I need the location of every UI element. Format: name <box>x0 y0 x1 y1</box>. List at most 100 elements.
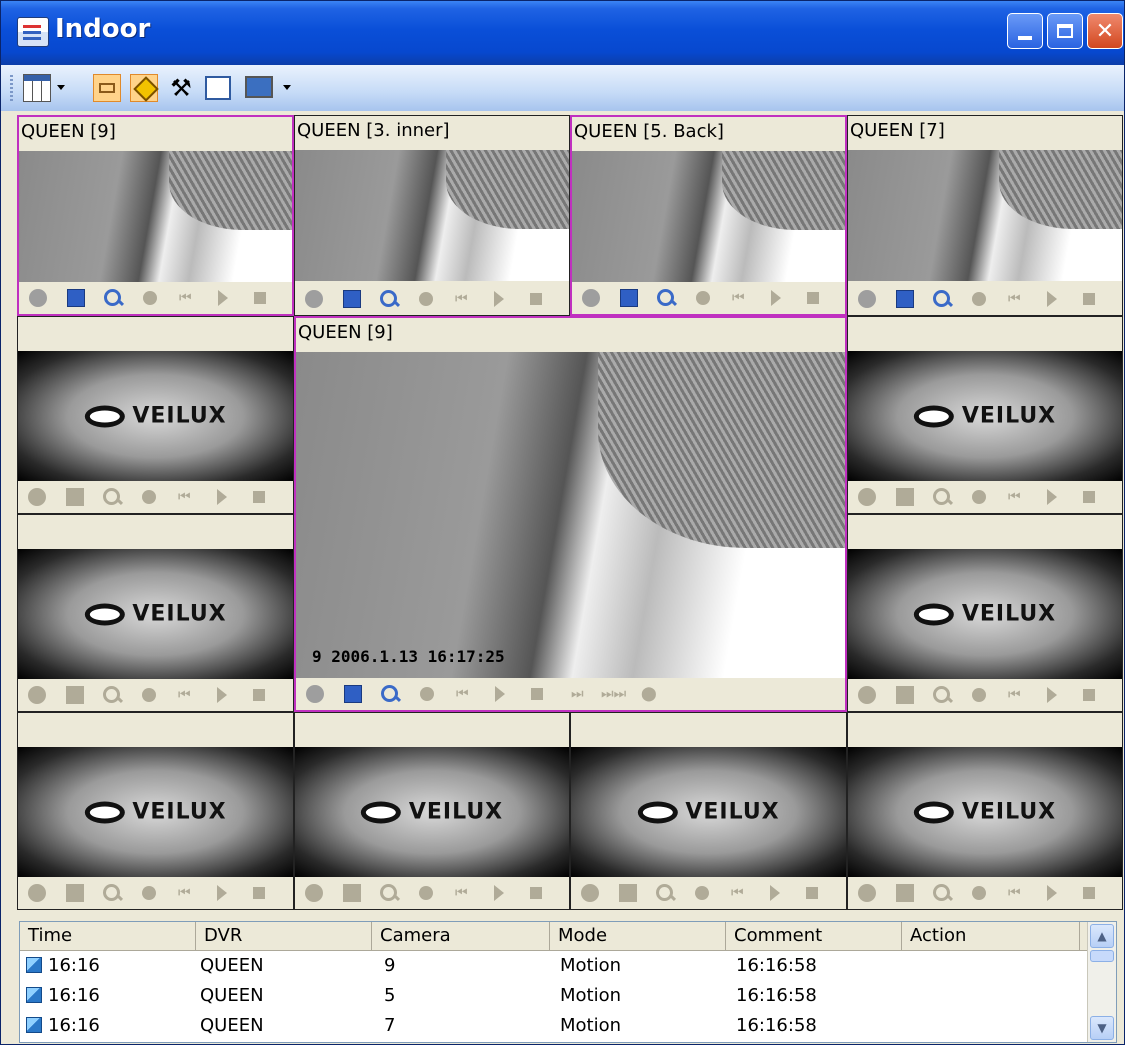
table-row[interactable]: 16:16 QUEEN 9 Motion 16:16:58 <box>20 951 1090 980</box>
rewind-icon[interactable]: ⏮ <box>455 290 473 308</box>
snapshot-icon[interactable] <box>419 886 433 900</box>
save-icon[interactable] <box>344 685 362 703</box>
video-panel-4[interactable]: QUEEN [7] ⏮ <box>847 115 1123 316</box>
save-icon[interactable] <box>66 884 84 902</box>
video-panel-2[interactable]: QUEEN [3. inner] ⏮ <box>294 115 570 316</box>
save-icon[interactable] <box>343 884 361 902</box>
save-icon[interactable] <box>66 488 84 506</box>
record-icon[interactable] <box>28 686 46 704</box>
video-panel-3[interactable]: QUEEN [5. Back] ⏮ <box>570 115 847 316</box>
camera-feed[interactable] <box>848 150 1122 281</box>
snapshot-icon[interactable] <box>142 886 156 900</box>
video-panel-empty[interactable]: VEILUX ⏮ <box>17 712 294 910</box>
video-panel-empty[interactable]: VEILUX ⏮ <box>17 514 294 712</box>
stop-icon[interactable] <box>253 491 265 503</box>
zoom-icon[interactable] <box>104 289 122 307</box>
snapshot-icon[interactable] <box>972 490 986 504</box>
camera-feed[interactable] <box>19 151 292 282</box>
monitor-icon[interactable] <box>245 76 273 98</box>
record-icon[interactable] <box>28 884 46 902</box>
hammer-icon[interactable]: ⚒ <box>167 74 195 102</box>
stop-icon[interactable] <box>531 688 543 700</box>
rewind-icon[interactable]: ⏮ <box>178 884 196 902</box>
zoom-icon[interactable] <box>933 290 951 308</box>
rewind-icon[interactable]: ⏮ <box>1008 488 1026 506</box>
stop-icon[interactable] <box>806 887 818 899</box>
close-button[interactable]: ✕ <box>1087 13 1123 49</box>
play-icon[interactable] <box>218 290 228 306</box>
rewind-icon[interactable]: ⏮ <box>455 884 473 902</box>
play-icon[interactable] <box>1047 291 1057 307</box>
video-panel-1[interactable]: QUEEN [9] ⏮ <box>17 115 294 316</box>
save-icon[interactable] <box>66 686 84 704</box>
record-icon[interactable] <box>29 289 47 307</box>
zoom-icon[interactable] <box>380 884 398 902</box>
scroll-down-button[interactable]: ▼ <box>1090 1016 1114 1040</box>
rewind-icon[interactable]: ⏮ <box>178 686 196 704</box>
column-header-time[interactable]: Time <box>20 922 196 950</box>
column-header-dvr[interactable]: DVR <box>196 922 372 950</box>
camera-feed[interactable] <box>572 151 845 282</box>
rewind-icon[interactable]: ⏮ <box>1008 884 1026 902</box>
vertical-scrollbar[interactable]: ▲ ▼ <box>1087 922 1116 1042</box>
alarm-icon[interactable] <box>130 74 158 102</box>
rewind-icon[interactable]: ⏮ <box>1008 290 1026 308</box>
rewind-icon[interactable]: ⏮ <box>456 685 474 703</box>
video-panel-empty[interactable]: VEILUX ⏮ <box>294 712 570 910</box>
stop-icon[interactable] <box>253 887 265 899</box>
save-icon[interactable] <box>620 289 638 307</box>
step-forward-icon[interactable]: ⏭ <box>571 685 589 703</box>
record-icon[interactable] <box>305 884 323 902</box>
save-icon[interactable] <box>896 884 914 902</box>
snapshot-icon[interactable] <box>143 291 157 305</box>
scroll-up-button[interactable]: ▲ <box>1090 924 1114 948</box>
rewind-icon[interactable]: ⏮ <box>1008 686 1026 704</box>
play-icon[interactable] <box>495 686 505 702</box>
grid-layout-icon[interactable] <box>23 74 51 102</box>
rewind-icon[interactable]: ⏮ <box>178 488 196 506</box>
monitor-dropdown-caret-icon[interactable] <box>283 85 291 90</box>
play-icon[interactable] <box>217 885 227 901</box>
video-panel-empty[interactable]: VEILUX ⏮ <box>847 712 1123 910</box>
play-icon[interactable] <box>771 290 781 306</box>
table-row[interactable]: 16:16 QUEEN 7 Motion 16:16:58 <box>20 1011 1090 1040</box>
toolbar-grip[interactable] <box>10 75 13 101</box>
snapshot-icon[interactable] <box>696 291 710 305</box>
zoom-icon[interactable] <box>657 289 675 307</box>
zoom-icon[interactable] <box>380 290 398 308</box>
record-icon[interactable] <box>858 686 876 704</box>
save-icon[interactable] <box>343 290 361 308</box>
column-header-mode[interactable]: Mode <box>550 922 726 950</box>
zoom-icon[interactable] <box>103 488 121 506</box>
play-icon[interactable] <box>217 489 227 505</box>
video-panel-empty[interactable]: VEILUX ⏮ <box>17 316 294 514</box>
stop-icon[interactable] <box>253 689 265 701</box>
snapshot-icon[interactable] <box>972 886 986 900</box>
main-video-panel[interactable]: QUEEN [9] 9 2006.1.13 16:17:25 ⏮ ⏭ ⏭⏭ ⬤ <box>294 316 847 712</box>
snapshot-icon[interactable] <box>972 688 986 702</box>
snapshot-icon[interactable] <box>420 687 434 701</box>
minimize-button[interactable] <box>1007 13 1043 49</box>
save-icon[interactable] <box>896 290 914 308</box>
snapshot-icon[interactable] <box>695 886 709 900</box>
stop-icon[interactable] <box>1083 689 1095 701</box>
play-icon[interactable] <box>217 687 227 703</box>
column-header-camera[interactable]: Camera <box>372 922 550 950</box>
stop-icon[interactable] <box>1083 293 1095 305</box>
snapshot-icon[interactable] <box>142 490 156 504</box>
rewind-icon[interactable]: ⏮ <box>731 884 749 902</box>
popup-window-icon[interactable] <box>205 76 231 100</box>
record-icon[interactable] <box>858 290 876 308</box>
camera-feed[interactable]: 9 2006.1.13 16:17:25 <box>296 352 845 678</box>
play-icon[interactable] <box>770 885 780 901</box>
play-icon[interactable] <box>1047 687 1057 703</box>
record-icon[interactable] <box>858 488 876 506</box>
layout-icon[interactable] <box>93 74 121 102</box>
save-icon[interactable] <box>896 488 914 506</box>
save-icon[interactable] <box>896 686 914 704</box>
zoom-icon[interactable] <box>933 884 951 902</box>
play-icon[interactable] <box>494 885 504 901</box>
snapshot-icon[interactable] <box>972 292 986 306</box>
play-icon[interactable] <box>1047 489 1057 505</box>
record-icon[interactable] <box>305 290 323 308</box>
